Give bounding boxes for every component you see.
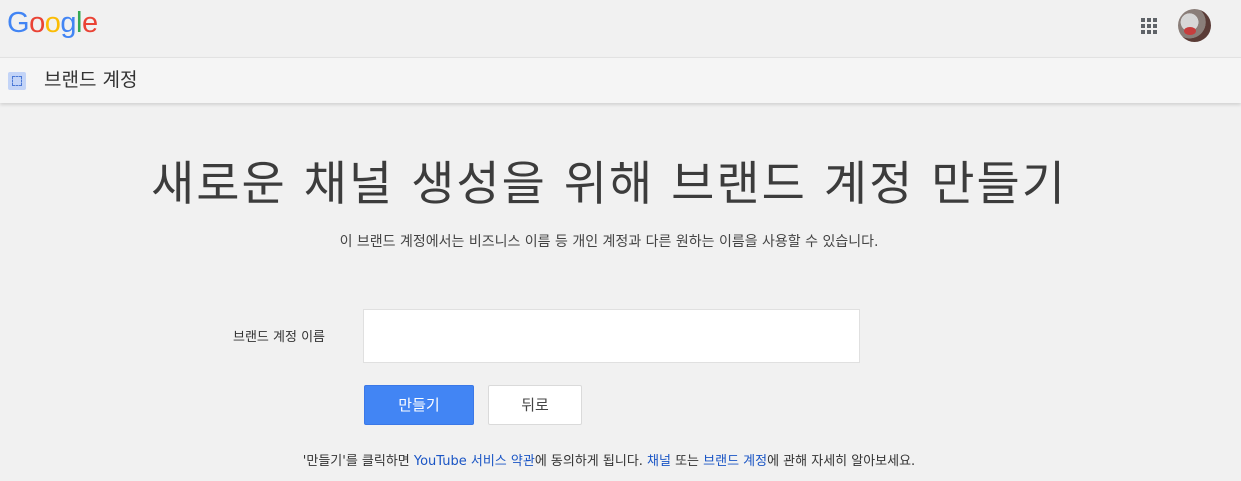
page-title: 새로운 채널 생성을 위해 브랜드 계정 만들기: [151, 157, 1067, 212]
channel-link[interactable]: 채널: [647, 454, 671, 469]
top-bar: Google: [0, 0, 1241, 57]
brand-account-link[interactable]: 브랜드 계정: [703, 454, 767, 469]
terms-text: '만들기'를 클릭하면: [302, 454, 414, 469]
logo-letter: g: [60, 7, 76, 39]
apps-grid-icon[interactable]: [1141, 18, 1158, 35]
terms-notice: '만들기'를 클릭하면 YouTube 서비스 약관에 동의하게 됩니다. 채널…: [0, 452, 1218, 472]
brand-account-icon: [8, 72, 26, 90]
logo-letter: o: [29, 7, 45, 39]
google-logo[interactable]: Google: [7, 9, 98, 38]
terms-text: 에 관해 자세히 알아보세요.: [767, 454, 916, 469]
terms-text: 에 동의하게 됩니다.: [534, 454, 648, 469]
account-avatar[interactable]: [1178, 9, 1211, 42]
terms-text: 또는: [670, 454, 704, 469]
page-subtitle: 이 브랜드 계정에서는 비즈니스 이름 등 개인 계정과 다른 원하는 이름을 …: [339, 234, 879, 250]
brand-name-input[interactable]: [363, 309, 860, 363]
brand-name-label: 브랜드 계정 이름: [233, 330, 325, 345]
brand-account-bar: 브랜드 계정: [0, 57, 1241, 103]
logo-letter: o: [44, 7, 61, 39]
create-button[interactable]: 만들기: [364, 385, 474, 425]
back-button[interactable]: 뒤로: [488, 385, 582, 425]
youtube-terms-link[interactable]: YouTube 서비스 약관: [414, 454, 535, 469]
logo-letter: e: [81, 7, 98, 39]
page-section-title: 브랜드 계정: [44, 69, 138, 91]
logo-letter: G: [7, 7, 30, 39]
